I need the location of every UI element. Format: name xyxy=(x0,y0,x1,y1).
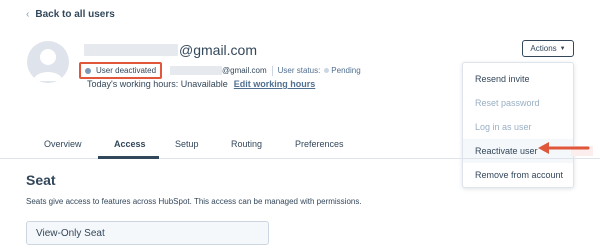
actions-button[interactable]: Actions ▼ xyxy=(522,40,574,57)
status-dot-icon xyxy=(85,67,91,74)
avatar xyxy=(27,41,69,83)
working-hours-text: Today's working hours: Unavailable xyxy=(87,79,228,89)
back-link-label: Back to all users xyxy=(35,9,115,20)
pending-dot-icon xyxy=(324,68,330,73)
redacted-email-name-small xyxy=(170,66,223,75)
menu-item-label: Reset password xyxy=(475,98,540,108)
user-status-label: User status: xyxy=(277,66,321,75)
seat-select-value: View-Only Seat xyxy=(36,227,105,239)
back-to-users-link[interactable]: ‹ Back to all users xyxy=(26,9,115,20)
actions-button-label: Actions xyxy=(530,44,557,53)
user-email: @gmail.com xyxy=(222,66,267,75)
caret-down-icon: ▼ xyxy=(559,45,566,52)
user-status-value: Pending xyxy=(331,66,361,75)
status-badge: User deactivated xyxy=(79,62,163,79)
actions-menu: Resend invite Reset password Log in as u… xyxy=(462,62,593,188)
tab-bar: Overview Access Setup Routing Preference… xyxy=(0,130,600,158)
chevron-left-icon: ‹ xyxy=(26,9,30,20)
tab-access[interactable]: Access xyxy=(114,139,146,149)
tab-setup[interactable]: Setup xyxy=(175,139,199,149)
menu-item-label: Remove from account xyxy=(475,170,564,180)
menu-item-remove-from-account[interactable]: Remove from account xyxy=(463,163,573,187)
tab-overview[interactable]: Overview xyxy=(44,139,82,149)
tab-routing[interactable]: Routing xyxy=(231,139,262,149)
working-hours-row: Today's working hours: Unavailable Edit … xyxy=(87,79,315,89)
menu-item-label: Resend invite xyxy=(475,74,530,84)
active-tab-indicator xyxy=(98,156,159,159)
email-title-suffix: @gmail.com xyxy=(179,42,258,58)
menu-item-resend-invite[interactable]: Resend invite xyxy=(463,67,573,91)
status-badge-label: User deactivated xyxy=(96,66,157,75)
menu-item-reset-password[interactable]: Reset password xyxy=(463,91,573,115)
user-status-row: User deactivated @gmail.com User status:… xyxy=(79,62,361,79)
redacted-email-name xyxy=(84,44,178,56)
seat-section-description: Seats give access to features across Hub… xyxy=(26,197,362,206)
tabs-divider xyxy=(0,158,600,159)
seat-section-title: Seat xyxy=(26,172,56,188)
user-email-title: @gmail.com xyxy=(84,42,257,58)
divider xyxy=(271,65,273,76)
edit-working-hours-link[interactable]: Edit working hours xyxy=(234,79,316,89)
seat-select[interactable]: View-Only Seat xyxy=(26,221,269,245)
tab-preferences[interactable]: Preferences xyxy=(295,139,344,149)
user-silhouette-icon xyxy=(33,49,63,81)
